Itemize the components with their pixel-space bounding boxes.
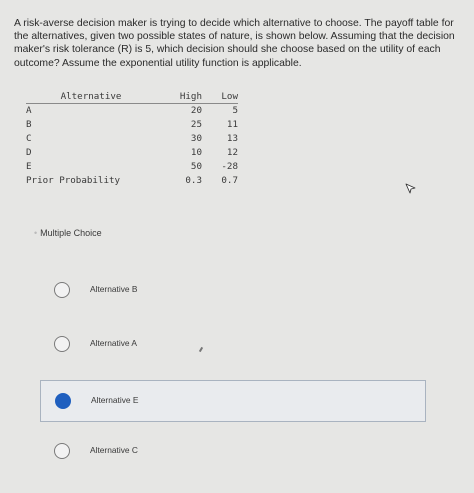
radio-button[interactable] [54,282,70,298]
mouse-pointer-icon [405,183,416,194]
row-low: 5 [232,105,238,116]
radio-button-selected[interactable] [55,393,71,409]
row-label: B [26,119,32,130]
option-label: Alternative B [90,284,138,294]
row-high: 20 [190,105,202,116]
option-label: Alternative E [91,395,139,405]
table-row: C 30 13 [26,132,238,146]
header-alternative: Alternative [26,90,174,104]
payoff-table: Alternative High Low A 20 5 B 25 11 C 30… [26,90,238,188]
row-low: 0.7 [221,175,238,186]
option-label: Alternative A [90,338,138,348]
table-row: E 50 -28 [26,160,238,174]
row-high: 50 [190,161,202,172]
radio-button[interactable] [54,336,70,352]
row-label: C [26,133,32,144]
row-low: 11 [226,119,238,130]
row-high: 25 [190,119,202,130]
option-alternative-a[interactable]: Alternative A [40,325,426,365]
question-text: A risk-averse decision maker is trying t… [14,18,455,69]
row-label: E [26,161,32,172]
row-high: 30 [190,133,202,144]
row-low: -28 [221,161,238,172]
radio-button[interactable] [54,443,70,459]
option-alternative-e[interactable]: Alternative E [40,380,426,422]
row-high: 0.3 [185,175,202,186]
table-header-row: Alternative High Low [26,90,238,104]
option-label: Alternative C [90,445,138,455]
option-alternative-b[interactable]: Alternative B [40,271,426,311]
row-label: D [26,147,32,158]
header-high: High [174,90,202,104]
table-row: D 10 12 [26,146,238,160]
header-low: Low [212,90,238,104]
table-row-prior-probability: Prior Probability 0.3 0.7 [26,174,238,188]
table-row: A 20 5 [26,104,238,119]
row-low: 13 [226,133,238,144]
option-alternative-c[interactable]: Alternative C [40,432,426,472]
multiple-choice-label: • Multiple Choice [34,228,102,238]
table-row: B 25 11 [26,118,238,132]
bullet-icon: • [34,228,38,238]
row-low: 12 [226,147,238,158]
row-high: 10 [190,147,202,158]
row-label: Prior Probability [26,175,121,186]
row-label: A [26,105,32,116]
